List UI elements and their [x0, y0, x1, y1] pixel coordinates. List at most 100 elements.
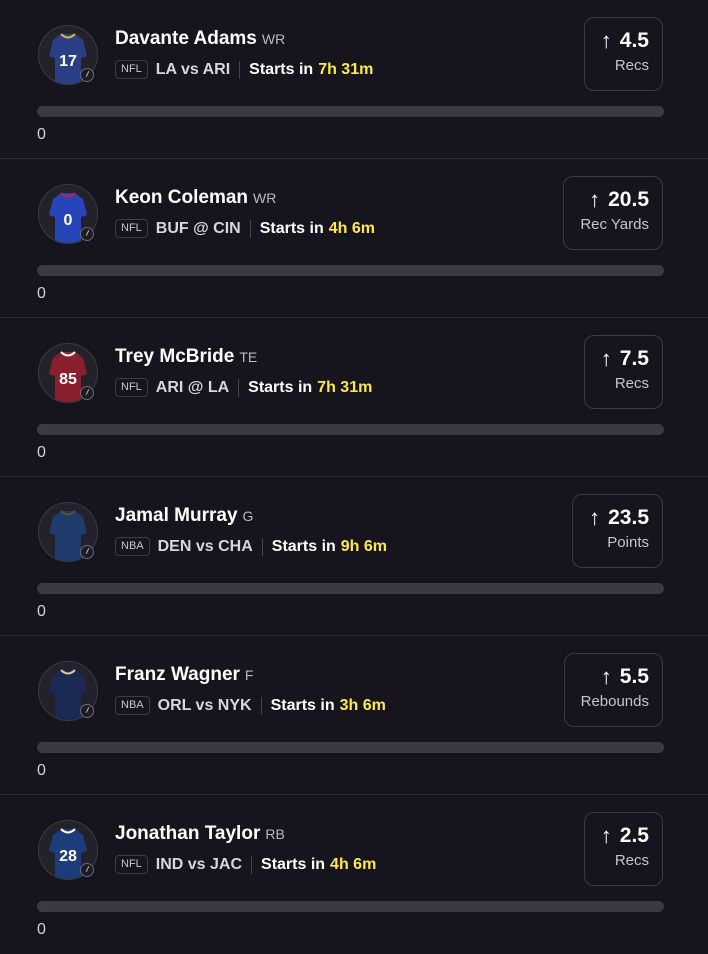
progress-count: 0: [37, 603, 46, 620]
player-name: Jonathan Taylor: [115, 823, 261, 844]
progress-bar: [37, 424, 664, 435]
arrow-up-icon: ↑: [600, 346, 612, 371]
prop-line-button[interactable]: ↑ 20.5 Rec Yards: [563, 176, 663, 250]
countdown: 3h 6m: [339, 696, 386, 714]
game-info: NFL ARI @ LA Starts in 7h 31m: [115, 378, 372, 397]
matchup-text: DEN vs CHA: [157, 537, 253, 555]
player-name-line: Keon Coleman WR: [115, 187, 276, 209]
clock-icon: [80, 704, 94, 718]
player-prop-card[interactable]: Franz Wagner F NBA ORL vs NYK Starts in 3h…: [0, 636, 708, 795]
player-name-line: Jonathan Taylor RB: [115, 823, 285, 845]
line-value: 4.5: [619, 29, 649, 52]
progress-count: 0: [37, 762, 46, 779]
player-prop-list: 17 Davante Adams WR NFL LA vs ARI Starts …: [0, 0, 708, 954]
start-time: Starts in 9h 6m: [272, 538, 387, 556]
arrow-up-icon: ↑: [600, 28, 612, 53]
league-badge: NFL: [115, 60, 148, 79]
line-value: 7.5: [619, 347, 649, 370]
clock-icon: [80, 863, 94, 877]
game-info: NBA ORL vs NYK Starts in 3h 6m: [115, 696, 386, 715]
game-info: NFL LA vs ARI Starts in 7h 31m: [115, 60, 373, 79]
matchup-text: ARI @ LA: [155, 378, 230, 396]
player-name-line: Trey McBride TE: [115, 346, 257, 368]
prop-line-button[interactable]: ↑ 4.5 Recs: [583, 17, 663, 91]
stat-type: Rec Yards: [580, 216, 649, 233]
countdown: 4h 6m: [328, 219, 375, 237]
prop-line-button[interactable]: ↑ 5.5 Rebounds: [563, 653, 663, 727]
clock-icon: [80, 227, 94, 241]
player-name: Franz Wagner: [115, 664, 240, 685]
progress-count: 0: [37, 444, 46, 461]
countdown: 7h 31m: [317, 378, 373, 396]
arrow-up-icon: ↑: [600, 823, 612, 848]
svg-text:85: 85: [59, 371, 77, 388]
player-name: Keon Coleman: [115, 187, 249, 208]
player-position: F: [244, 667, 254, 683]
player-name: Davante Adams: [115, 28, 257, 49]
stat-type: Rebounds: [580, 693, 649, 710]
countdown: 7h 31m: [318, 60, 374, 78]
progress-bar: [37, 583, 664, 594]
progress-count: 0: [37, 285, 46, 302]
starts-label: Starts in: [261, 855, 326, 873]
countdown: 9h 6m: [340, 537, 388, 555]
progress-bar: [37, 742, 664, 753]
player-position: TE: [239, 349, 258, 365]
game-info: NFL BUF @ CIN Starts in 4h 6m: [115, 219, 375, 238]
player-position: WR: [261, 31, 286, 47]
player-name: Trey McBride: [115, 346, 235, 367]
player-prop-card[interactable]: 85 Trey McBride TE NFL ARI @ LA Starts in…: [0, 318, 708, 477]
start-time: Starts in 4h 6m: [260, 220, 375, 238]
player-prop-card[interactable]: 28 Jonathan Taylor RB NFL IND vs JAC Star…: [0, 795, 708, 954]
arrow-up-icon: ↑: [600, 664, 612, 689]
starts-label: Starts in: [259, 219, 324, 237]
divider: [251, 855, 253, 874]
arrow-up-icon: ↑: [589, 505, 601, 530]
divider: [260, 696, 262, 715]
starts-label: Starts in: [248, 378, 313, 396]
player-name-line: Franz Wagner F: [115, 664, 253, 686]
svg-text:28: 28: [59, 848, 77, 865]
player-name-line: Jamal Murray G: [115, 505, 253, 527]
stat-type: Recs: [614, 375, 649, 392]
matchup-text: LA vs ARI: [155, 60, 231, 78]
progress-count: 0: [37, 126, 46, 143]
player-position: WR: [253, 190, 277, 206]
prop-line-button[interactable]: ↑ 2.5 Recs: [583, 812, 663, 886]
player-prop-card[interactable]: 17 Davante Adams WR NFL LA vs ARI Starts …: [0, 0, 708, 159]
line-value: 20.5: [608, 188, 649, 211]
clock-icon: [80, 386, 94, 400]
game-info: NBA DEN vs CHA Starts in 9h 6m: [115, 537, 387, 556]
line-value: 23.5: [608, 506, 649, 529]
clock-icon: [80, 68, 94, 82]
start-time: Starts in 7h 31m: [248, 379, 372, 397]
stat-type: Recs: [614, 57, 649, 74]
player-prop-card[interactable]: Jamal Murray G NBA DEN vs CHA Starts in 9h…: [0, 477, 708, 636]
game-info: NFL IND vs JAC Starts in 4h 6m: [115, 855, 376, 874]
player-prop-card[interactable]: 0 Keon Coleman WR NFL BUF @ CIN Starts in…: [0, 159, 708, 318]
start-time: Starts in 7h 31m: [249, 61, 373, 79]
arrow-up-icon: ↑: [589, 187, 601, 212]
start-time: Starts in 3h 6m: [271, 697, 386, 715]
line-value: 2.5: [619, 824, 649, 847]
svg-text:0: 0: [64, 212, 73, 229]
matchup-text: ORL vs NYK: [157, 696, 252, 714]
countdown: 4h 6m: [330, 855, 377, 873]
starts-label: Starts in: [271, 537, 336, 555]
player-name: Jamal Murray: [115, 505, 238, 526]
stat-type: Points: [607, 534, 649, 551]
divider: [238, 378, 240, 397]
matchup-text: BUF @ CIN: [155, 219, 241, 237]
league-badge: NBA: [115, 696, 150, 715]
start-time: Starts in 4h 6m: [261, 856, 376, 874]
player-position: RB: [265, 826, 285, 842]
divider: [261, 537, 263, 556]
line-value: 5.5: [619, 665, 649, 688]
prop-line-button[interactable]: ↑ 23.5 Points: [572, 494, 663, 568]
player-name-line: Davante Adams WR: [115, 28, 285, 50]
divider: [249, 219, 251, 238]
clock-icon: [80, 545, 94, 559]
prop-line-button[interactable]: ↑ 7.5 Recs: [583, 335, 663, 409]
divider: [239, 60, 241, 79]
svg-text:17: 17: [59, 53, 77, 70]
